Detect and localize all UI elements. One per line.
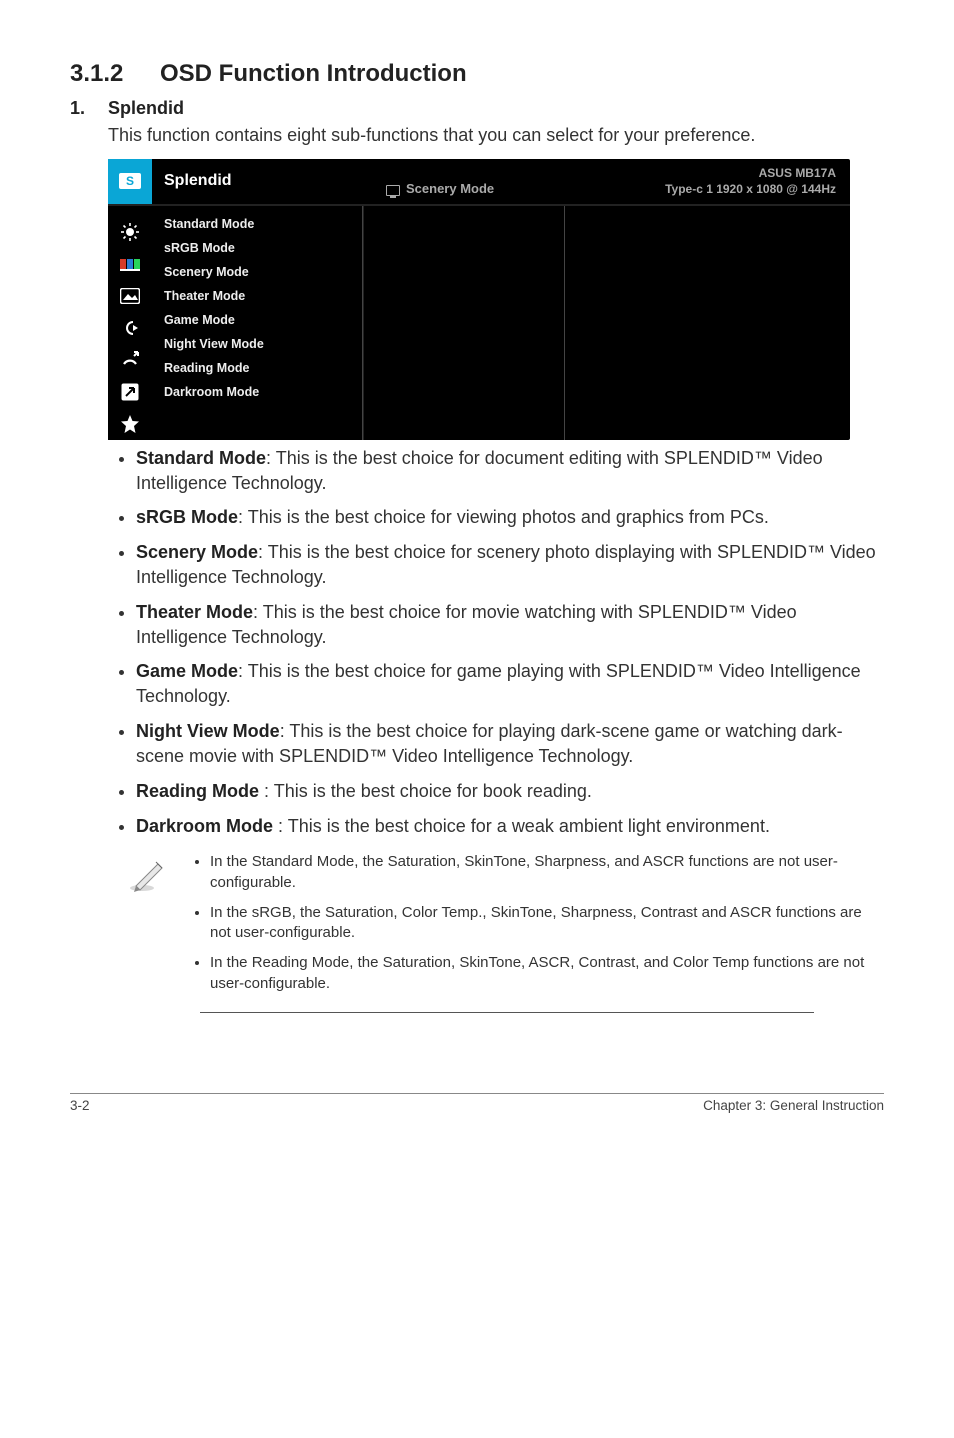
input-icon[interactable] <box>119 317 141 339</box>
list-item[interactable]: Reading Mode <box>152 356 362 380</box>
list-item[interactable]: Standard Mode <box>152 212 362 236</box>
bullet-text: : This is the best choice for game playi… <box>136 661 861 706</box>
osd-preview-area <box>363 206 850 440</box>
bullet-bold: Darkroom Mode <box>136 816 273 836</box>
note-list: In the Standard Mode, the Saturation, Sk… <box>188 852 884 1004</box>
page-footer: 3-2 Chapter 3: General Instruction <box>70 1093 884 1113</box>
bullet-bold: Theater Mode <box>136 602 253 622</box>
section-title: OSD Function Introduction <box>160 60 467 87</box>
splendid-s-icon: S <box>119 173 141 189</box>
favorite-icon[interactable] <box>119 413 141 435</box>
settings-icon[interactable] <box>119 349 141 371</box>
bullet-bold: Standard Mode <box>136 448 266 468</box>
bullet-bold: sRGB Mode <box>136 507 238 527</box>
osd-sidebar-icons <box>108 206 152 440</box>
bullet-item: Game Mode: This is the best choice for g… <box>136 659 884 709</box>
image-icon[interactable] <box>119 285 141 307</box>
monitor-icon <box>386 185 400 196</box>
pencil-note-icon <box>128 852 168 1004</box>
osd-header-mode: Scenery Mode <box>386 159 586 203</box>
list-item[interactable]: sRGB Mode <box>152 236 362 260</box>
osd-header-icon-cell: S <box>108 159 152 203</box>
osd-header: S Splendid Scenery Mode ASUS MB17A Type-… <box>108 159 850 205</box>
bullet-text: : This is the best choice for book readi… <box>259 781 592 801</box>
osd-header-info: ASUS MB17A Type-c 1 1920 x 1080 @ 144Hz <box>586 159 850 203</box>
bullet-item: Theater Mode: This is the best choice fo… <box>136 600 884 650</box>
shortcut-icon[interactable] <box>119 381 141 403</box>
brightness-icon[interactable] <box>119 221 141 243</box>
item-title: Splendid <box>108 98 184 118</box>
osd-body: Standard Mode sRGB Mode Scenery Mode The… <box>108 206 850 440</box>
osd-header-mode-text: Scenery Mode <box>406 181 494 196</box>
bullet-item: Reading Mode : This is the best choice f… <box>136 779 884 804</box>
note-item: In the sRGB, the Saturation, Color Temp.… <box>210 903 874 944</box>
list-item[interactable]: Scenery Mode <box>152 260 362 284</box>
color-icon[interactable] <box>119 253 141 275</box>
footer-page-number: 3-2 <box>70 1098 90 1113</box>
note-divider <box>200 1012 814 1013</box>
list-item[interactable]: Night View Mode <box>152 332 362 356</box>
item-row: 1.Splendid <box>70 98 884 119</box>
note-item: In the Reading Mode, the Saturation, Ski… <box>210 953 874 994</box>
bullet-bold: Reading Mode <box>136 781 259 801</box>
osd-panel: S Splendid Scenery Mode ASUS MB17A Type-… <box>108 159 850 439</box>
bullet-text: : This is the best choice for viewing ph… <box>238 507 769 527</box>
bullet-item: Standard Mode: This is the best choice f… <box>136 446 884 496</box>
bullet-text: : This is the best choice for a weak amb… <box>273 816 770 836</box>
list-item[interactable]: Theater Mode <box>152 284 362 308</box>
footer-chapter: Chapter 3: General Instruction <box>703 1098 884 1113</box>
note-block: In the Standard Mode, the Saturation, Sk… <box>128 852 884 1010</box>
bullet-item: Night View Mode: This is the best choice… <box>136 719 884 769</box>
osd-resolution: Type-c 1 1920 x 1080 @ 144Hz <box>586 181 836 197</box>
note-item: In the Standard Mode, the Saturation, Sk… <box>210 852 874 893</box>
bullet-bold: Scenery Mode <box>136 542 258 562</box>
bullet-item: Scenery Mode: This is the best choice fo… <box>136 540 884 590</box>
item-number: 1. <box>70 98 108 119</box>
osd-model: ASUS MB17A <box>586 165 836 181</box>
bullet-item: sRGB Mode: This is the best choice for v… <box>136 505 884 530</box>
osd-mode-list: Standard Mode sRGB Mode Scenery Mode The… <box>152 206 363 440</box>
item-description: This function contains eight sub-functio… <box>108 123 884 147</box>
section-heading: 3.1.2OSD Function Introduction <box>70 60 884 88</box>
bullet-bold: Night View Mode <box>136 721 280 741</box>
osd-header-title: Splendid <box>152 159 386 203</box>
list-item[interactable]: Game Mode <box>152 308 362 332</box>
list-item[interactable]: Darkroom Mode <box>152 380 362 404</box>
bullet-bold: Game Mode <box>136 661 238 681</box>
mode-descriptions: Standard Mode : This is the best choice f… <box>108 446 884 839</box>
bullet-item: Darkroom Mode : This is the best choice … <box>136 814 884 839</box>
section-number: 3.1.2 <box>70 60 160 88</box>
